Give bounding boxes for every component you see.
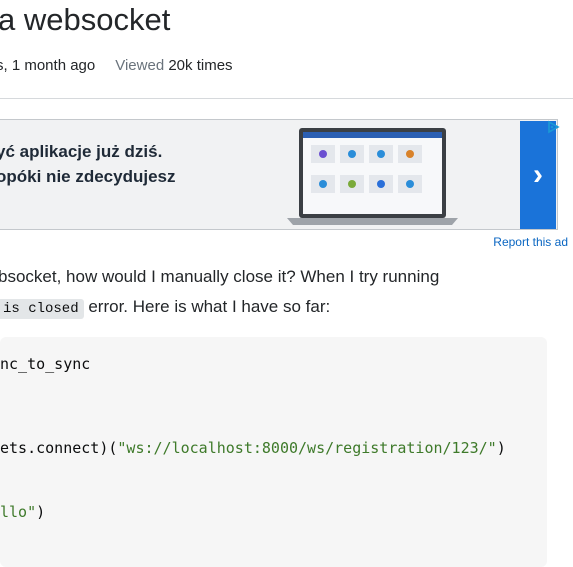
ad-line-1: yć aplikacje już dziś. <box>0 142 163 161</box>
ad-next-button[interactable]: › <box>520 121 556 229</box>
code-string: llo" <box>0 503 37 521</box>
body-line-2-text: error. Here is what I have so far: <box>83 297 331 316</box>
body-line-1: bsocket, how would I manually close it? … <box>0 267 440 286</box>
ad-text[interactable]: yć aplikacje już dziś. opóki nie zdecydu… <box>0 139 176 189</box>
inline-code: is closed <box>0 299 84 319</box>
body-line-2: is closed error. Here is what I have so … <box>0 292 439 324</box>
code-string: "ws://localhost:8000/ws/registration/123… <box>117 439 497 457</box>
laptop-image <box>287 128 458 225</box>
header-divider <box>0 98 573 99</box>
code-line-2-prefix: ets.connect)( <box>0 439 118 457</box>
question-meta: s, 1 month ago Viewed 20k times <box>0 57 233 74</box>
question-body: bsocket, how would I manually close it? … <box>0 262 439 324</box>
asked-value: s, 1 month ago <box>0 57 96 74</box>
code-block: nc_to_sync ets.connect)("ws://localhost:… <box>0 337 547 567</box>
viewed-value: 20k times <box>168 57 233 74</box>
report-ad-link[interactable]: Report this ad <box>493 235 568 249</box>
ad-choices-icon[interactable] <box>546 120 560 134</box>
code-line-3-suffix: ) <box>36 503 46 521</box>
code-line-2-suffix: ) <box>496 439 506 457</box>
code-line-1: nc_to_sync <box>0 355 91 373</box>
code-line-2: ets.connect)("ws://localhost:8000/ws/reg… <box>0 439 506 457</box>
code-line-3: llo") <box>0 503 45 521</box>
ad-line-2: opóki nie zdecydujesz <box>0 167 176 186</box>
viewed-label: Viewed <box>115 57 165 74</box>
question-title: a websocket <box>0 2 171 37</box>
ad-banner[interactable]: yć aplikacje już dziś. opóki nie zdecydu… <box>0 119 558 230</box>
